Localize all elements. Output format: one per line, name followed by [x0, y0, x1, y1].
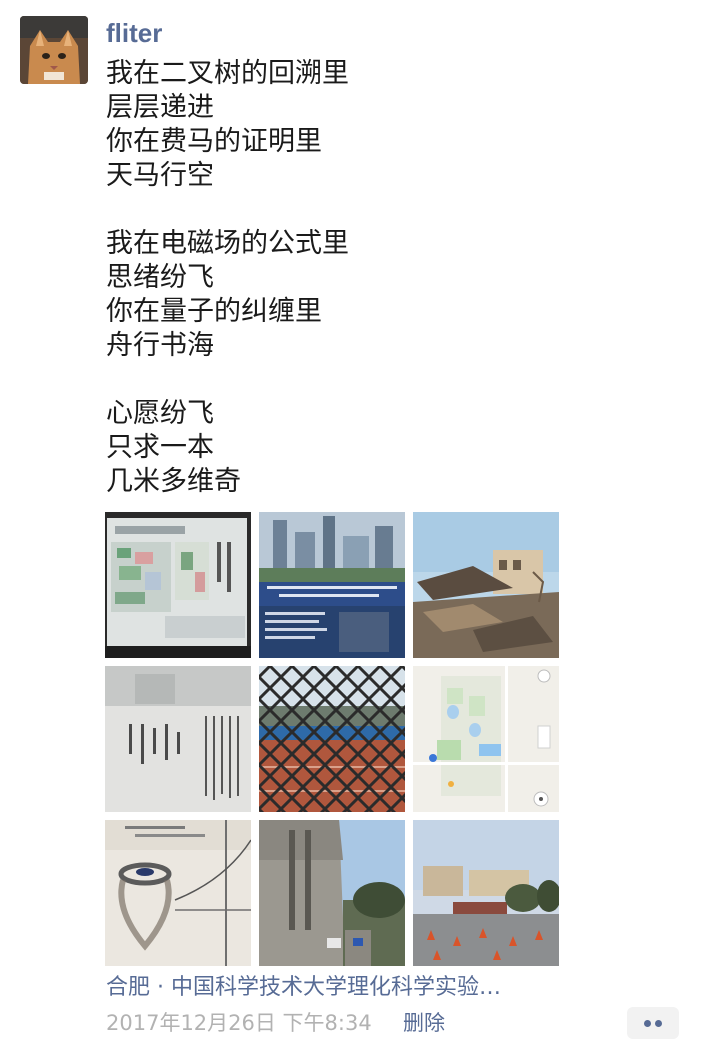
post-text-line: 思绪纷飞	[106, 262, 214, 293]
map-screenshot-photo[interactable]	[413, 666, 559, 812]
campus-map-board-photo[interactable]	[105, 512, 251, 658]
post-text-line: 几米多维奇	[106, 466, 241, 497]
post-text-line: 我在二叉树的回溯里	[106, 58, 349, 89]
campus-square-photo[interactable]	[413, 820, 559, 966]
post-text-line: 天马行空	[106, 160, 214, 191]
post-text-line: 层层递进	[106, 92, 214, 123]
post-text-line: 你在量子的纠缠里	[106, 296, 322, 327]
delete-button[interactable]: 删除	[403, 1008, 445, 1038]
demolished-building-photo[interactable]	[413, 512, 559, 658]
post-text-line: 舟行书海	[106, 330, 214, 361]
more-dots-icon[interactable]	[627, 1007, 679, 1039]
post-text-line	[106, 363, 666, 397]
fence-track-photo[interactable]	[259, 666, 405, 812]
inscription-stone-photo[interactable]	[105, 666, 251, 812]
post-text: 我在二叉树的回溯里 层层递进 你在费马的证明里 天马行空 我在电磁场的公式里 思…	[106, 57, 666, 499]
dot	[644, 1020, 651, 1027]
post-text-line: 你在费马的证明里	[106, 126, 322, 157]
post-text-line: 心愿纷飞	[106, 398, 214, 429]
timestamp: 2017年12月26日 下午8:34	[106, 1011, 372, 1035]
username[interactable]: fliter	[106, 16, 162, 50]
post-text-line: 我在电磁场的公式里	[106, 228, 349, 259]
lecture-poster-photo[interactable]	[259, 512, 405, 658]
avatar[interactable]	[20, 16, 88, 84]
university-gate-photo[interactable]	[259, 820, 405, 966]
ring-heart-shadow-photo[interactable]	[105, 820, 251, 966]
moments-post: fliter 我在二叉树的回溯里 层层递进 你在费马的证明里 天马行空 我在电磁…	[0, 0, 714, 1054]
post-text-line	[106, 193, 666, 227]
post-text-line: 只求一本	[106, 432, 214, 463]
location-link[interactable]: 合肥 · 中国科学技术大学理化科学实验…	[106, 973, 501, 1003]
dot	[655, 1020, 662, 1027]
